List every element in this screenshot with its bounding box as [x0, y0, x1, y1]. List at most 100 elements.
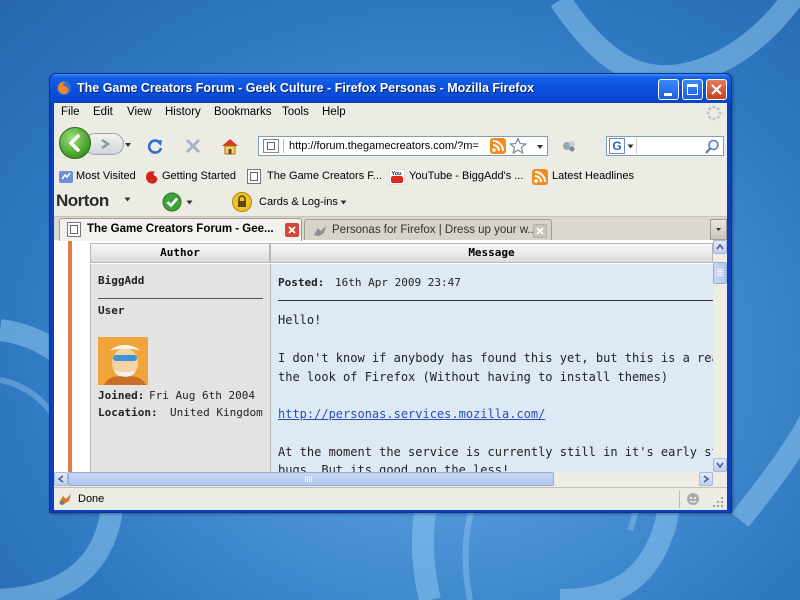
posted-label: Posted: — [278, 276, 325, 289]
norton-toolbar: Norton Cards & Log-ins — [54, 190, 727, 214]
cards-dropdown-icon[interactable] — [340, 200, 347, 205]
vertical-scrollbar[interactable] — [713, 240, 727, 472]
chevron-down-icon — [716, 228, 721, 231]
norton-logo[interactable]: Norton — [56, 191, 109, 211]
location-value: United Kingdom — [170, 406, 263, 419]
history-dropdown-icon[interactable] — [124, 142, 132, 148]
extension-icon[interactable] — [560, 137, 578, 155]
message-panel: Posted: 16th Apr 2009 23:47 Hello! I don… — [271, 264, 713, 472]
addon-status-icon[interactable] — [686, 492, 700, 506]
close-button[interactable] — [706, 79, 727, 100]
bookmarks-toolbar: Most Visited Getting Started The Game Cr… — [54, 168, 727, 188]
author-panel: BiggAdd User Joined: Fri Aug 6th 2004 Lo… — [90, 264, 271, 472]
chevron-left-icon — [57, 475, 64, 483]
norton-check-icon[interactable] — [162, 192, 182, 212]
all-tabs-button[interactable] — [710, 219, 727, 240]
menu-tools[interactable]: Tools — [282, 106, 309, 118]
post-line: I don't know if anybody has found this y… — [278, 351, 713, 365]
padlock-icon — [232, 192, 252, 212]
scroll-up-button[interactable] — [713, 240, 727, 254]
bookmark-star-icon[interactable] — [509, 137, 527, 155]
tab-close-icon[interactable] — [285, 223, 299, 237]
navigation-toolbar: http://forum.thegamecreators.com/?m= G — [54, 124, 727, 159]
author-name[interactable]: BiggAdd — [98, 274, 144, 287]
window-title: The Game Creators Forum - Geek Culture -… — [77, 81, 535, 95]
personas-status-icon[interactable] — [57, 491, 73, 507]
rss-feed-icon[interactable] — [490, 138, 506, 154]
author-divider — [98, 298, 263, 299]
title-bar[interactable]: The Game Creators Forum - Geek Culture -… — [50, 74, 731, 103]
back-arrow-icon — [69, 134, 80, 152]
throbber-icon — [706, 105, 722, 121]
browser-window: The Game Creators Forum - Geek Culture -… — [49, 73, 732, 513]
menu-edit[interactable]: Edit — [93, 106, 113, 118]
home-icon[interactable] — [220, 136, 240, 156]
menu-view[interactable]: View — [127, 106, 152, 118]
norton-check-dropdown-icon[interactable] — [186, 200, 193, 205]
tab-personas-for-firefox[interactable]: Personas for Firefox | Dress up your w..… — [304, 219, 552, 241]
svg-text:You: You — [392, 171, 402, 177]
joined-value: Fri Aug 6th 2004 — [149, 389, 255, 402]
tab-close-icon[interactable] — [533, 224, 547, 238]
author-column-header: Author — [90, 243, 270, 263]
tab-label: Personas for Firefox | Dress up your w..… — [332, 224, 537, 236]
url-text[interactable]: http://forum.thegamecreators.com/?m= — [289, 140, 485, 152]
horizontal-scrollbar[interactable] — [54, 472, 713, 486]
search-bar[interactable]: G — [606, 136, 724, 156]
scroll-right-button[interactable] — [699, 472, 713, 486]
most-visited-icon — [59, 171, 73, 183]
minimize-button[interactable] — [658, 79, 679, 100]
accent-stripe — [68, 240, 72, 472]
tab-game-creators-forum[interactable]: The Game Creators Forum - Gee... — [59, 218, 302, 241]
page-content: Author Message BiggAdd User Joined: Fri … — [54, 240, 713, 472]
search-engine-dropdown-icon[interactable] — [627, 144, 634, 149]
menu-bookmarks[interactable]: Bookmarks — [214, 106, 272, 118]
site-identity-icon[interactable] — [263, 139, 279, 153]
close-icon — [711, 84, 722, 95]
chevron-up-icon — [716, 243, 724, 250]
vertical-scroll-thumb[interactable] — [713, 262, 727, 284]
personas-fox-icon — [314, 226, 326, 236]
norton-dropdown-icon[interactable] — [124, 197, 131, 202]
chevron-right-icon — [703, 475, 710, 483]
message-column-header: Message — [270, 243, 713, 263]
personas-link[interactable]: http://personas.services.mozilla.com/ — [278, 407, 545, 421]
url-bar[interactable]: http://forum.thegamecreators.com/?m= — [258, 136, 548, 156]
scroll-left-button[interactable] — [54, 472, 68, 486]
menu-help[interactable]: Help — [322, 106, 346, 118]
browser-client-area: File Edit View History Bookmarks Tools H… — [54, 103, 727, 510]
search-go-icon[interactable] — [704, 138, 721, 155]
status-text: Done — [78, 493, 105, 505]
menu-history[interactable]: History — [165, 106, 201, 118]
minimize-icon — [664, 93, 672, 96]
joined-label: Joined: — [98, 389, 145, 402]
resize-grip-icon[interactable] — [712, 496, 724, 508]
maximize-icon — [687, 84, 698, 95]
cards-logins-button[interactable]: Cards & Log-ins — [259, 196, 338, 208]
menu-bar: File Edit View History Bookmarks Tools H… — [54, 103, 727, 123]
page-icon — [67, 222, 81, 237]
post-line: bugs. But its good non the less! — [278, 463, 510, 472]
chevron-down-icon — [716, 462, 724, 469]
scroll-corner — [713, 472, 727, 486]
youtube-icon: You — [389, 169, 405, 185]
back-button[interactable] — [59, 127, 91, 159]
horizontal-scroll-thumb[interactable] — [68, 472, 554, 486]
url-dropdown-icon[interactable] — [536, 144, 544, 150]
maximize-button[interactable] — [682, 79, 703, 100]
search-engine-icon[interactable]: G — [609, 138, 625, 154]
bookmark-latest-headlines[interactable]: Latest Headlines — [552, 170, 634, 182]
firefox-icon — [57, 81, 71, 95]
post-line: At the moment the service is currently s… — [278, 445, 713, 459]
bookmark-getting-started[interactable]: Getting Started — [162, 170, 236, 182]
scroll-down-button[interactable] — [713, 458, 727, 472]
menu-file[interactable]: File — [61, 106, 80, 118]
stop-icon[interactable] — [184, 137, 202, 155]
bookmark-game-creators[interactable]: The Game Creators F... — [267, 170, 382, 182]
tab-bar: The Game Creators Forum - Gee... Persona… — [54, 216, 727, 241]
bookmark-most-visited[interactable]: Most Visited — [76, 170, 136, 182]
reload-icon[interactable] — [145, 136, 165, 156]
bookmark-youtube[interactable]: YouTube - BiggAdd's ... — [409, 170, 523, 182]
rss-icon — [532, 169, 548, 185]
status-bar: Done — [54, 487, 727, 510]
